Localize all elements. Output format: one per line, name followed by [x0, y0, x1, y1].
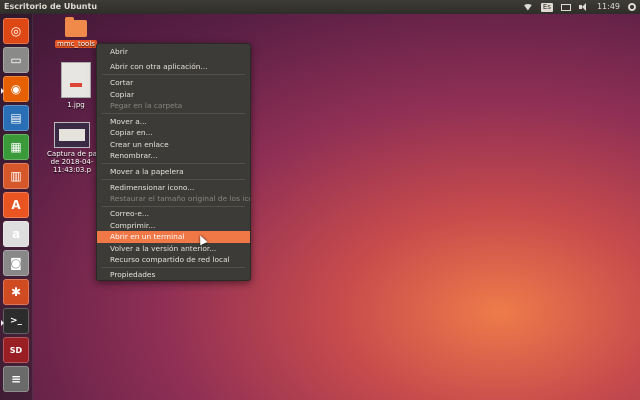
envelope-icon[interactable]: [557, 0, 575, 14]
speaker-icon[interactable]: [575, 0, 593, 14]
writer-icon: ▤: [10, 111, 22, 125]
menu-item-restaurar: Restaurar el tamaño original de los ico.…: [110, 194, 250, 203]
system-tray: Es 11:49: [519, 0, 640, 14]
more-icon: ≡: [10, 372, 22, 386]
menu-separator: [102, 267, 245, 268]
launcher-more[interactable]: ≡: [3, 366, 29, 392]
launcher-firefox[interactable]: ◉: [1, 76, 29, 102]
firefox-icon: ◉: [10, 82, 22, 96]
files-icon: ▭: [10, 53, 22, 67]
menu-item-copiar-en[interactable]: Copiar en...: [97, 127, 250, 139]
keyboard-icon[interactable]: Es: [537, 0, 557, 14]
menu-item-abrir-con[interactable]: Abrir con otra aplicación...: [97, 61, 250, 73]
clock[interactable]: 11:49: [593, 0, 624, 14]
launcher-settings[interactable]: ✱: [3, 279, 29, 305]
menu-item-propiedades[interactable]: Propiedades: [97, 269, 250, 281]
top-panel: Escritorio de Ubuntu Es 11:49: [0, 0, 640, 14]
gear-icon[interactable]: [624, 0, 640, 14]
menu-item-cortar[interactable]: Cortar: [97, 77, 250, 89]
launcher-sd-card[interactable]: SD: [3, 337, 29, 363]
launcher-impress[interactable]: ▥: [3, 163, 29, 189]
window-title: Escritorio de Ubuntu: [4, 2, 98, 11]
launcher-camera[interactable]: ◙: [3, 250, 29, 276]
launcher-files[interactable]: ▭: [3, 47, 29, 73]
settings-icon: ✱: [10, 285, 22, 299]
menu-separator: [102, 179, 245, 180]
menu-item-recurso-compartido[interactable]: Recurso compartido de red local: [97, 254, 250, 266]
image-thumbnail-icon: [61, 62, 91, 98]
desktop-icon-screenshot[interactable]: Captura de pa de 2018-04- 11:43:03.p: [44, 122, 100, 174]
menu-item-pegar: Pegar en la carpeta: [110, 101, 183, 110]
menu-item-abrir-terminal[interactable]: Abrir en un terminal: [97, 231, 250, 243]
impress-icon: ▥: [10, 169, 22, 183]
amazon-icon: a: [11, 227, 21, 241]
ubuntu-logo-icon: ◎: [10, 24, 22, 38]
context-menu: Abrir Abrir con otra aplicación... Corta…: [96, 43, 251, 281]
desktop-icon-label-line: 11:43:03.p: [52, 166, 92, 174]
menu-separator: [102, 74, 245, 75]
launcher-amazon[interactable]: a: [3, 221, 29, 247]
menu-item-abrir[interactable]: Abrir: [97, 46, 250, 58]
wifi-icon[interactable]: [519, 0, 537, 14]
screenshot-thumbnail-icon: [54, 122, 90, 148]
desktop-icon-label-line: Captura de pa: [47, 150, 97, 158]
launcher-terminal[interactable]: >_: [1, 308, 29, 334]
desktop-icon-1-jpg[interactable]: 1.jpg: [58, 62, 94, 109]
launcher: ◎ ▭ ◉ ▤ ▦ ▥ A a ◙ ✱ >_ SD ≡: [0, 14, 33, 400]
keyboard-layout-label: Es: [540, 2, 553, 12]
menu-item-papelera[interactable]: Mover a la papelera: [97, 166, 250, 178]
desktop-icon-mmc-tools[interactable]: mmc_tools: [54, 17, 98, 48]
launcher-writer[interactable]: ▤: [3, 105, 29, 131]
menu-separator: [102, 113, 245, 114]
desktop-icon-label: 1.jpg: [67, 101, 85, 109]
desktop-icon-label: mmc_tools: [55, 40, 97, 48]
menu-item-correo[interactable]: Correo-e...: [97, 208, 250, 220]
camera-icon: ◙: [10, 256, 22, 270]
terminal-icon: >_: [9, 316, 23, 326]
sd-card-icon: SD: [9, 345, 23, 355]
menu-separator: [102, 206, 245, 207]
calc-icon: ▦: [10, 140, 22, 154]
launcher-ubuntu-dash[interactable]: ◎: [3, 18, 29, 44]
launcher-calc[interactable]: ▦: [3, 134, 29, 160]
menu-separator: [102, 163, 245, 164]
folder-icon: [65, 17, 87, 37]
menu-item-renombrar[interactable]: Renombrar...: [97, 150, 250, 162]
desktop-icon-label-line: de 2018-04-: [50, 158, 94, 166]
launcher-software[interactable]: A: [3, 192, 29, 218]
software-icon: A: [11, 198, 21, 212]
